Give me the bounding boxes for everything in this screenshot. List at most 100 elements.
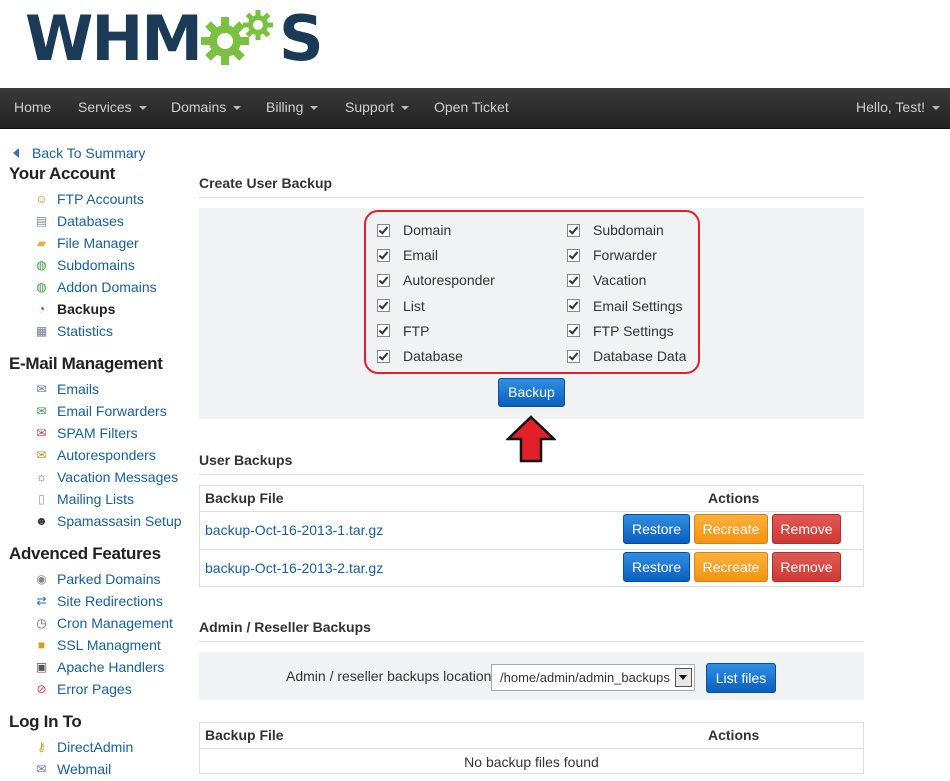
sidebar-item-label: Autoresponders	[57, 447, 156, 463]
key-icon: ⚷	[37, 740, 46, 754]
nav-billing[interactable]: Billing	[266, 88, 319, 128]
divider	[199, 474, 864, 475]
nav-open-ticket[interactable]: Open Ticket	[434, 88, 509, 128]
restore-button[interactable]: Restore	[623, 514, 690, 544]
sidebar-item-site-redirections[interactable]: ⇄ Site Redirections	[34, 592, 163, 610]
sidebar-item-statistics[interactable]: ▦ Statistics	[34, 322, 113, 340]
recreate-button[interactable]: Recreate	[694, 514, 768, 544]
sidebar-section-title: Your Account	[9, 164, 115, 183]
backup-file-link[interactable]: backup-Oct-16-2013-2.tar.gz	[205, 560, 383, 576]
nav-user-menu[interactable]: Hello, Test!	[856, 88, 940, 128]
sidebar-item-label: Error Pages	[57, 681, 132, 697]
sidebar-item-error-pages[interactable]: ⊘ Error Pages	[34, 680, 132, 698]
autoresponder-icon: ✉	[36, 448, 47, 462]
sidebar-item-webmail[interactable]: ✉ Webmail	[34, 760, 111, 778]
sidebar-item-databases[interactable]: ▤ Databases	[34, 212, 124, 230]
user-backups-title: User Backups	[199, 452, 293, 468]
table-row: backup-Oct-16-2013-2.tar.gz Restore Recr…	[200, 549, 863, 587]
sidebar-item-parked-domains[interactable]: ◉ Parked Domains	[34, 570, 160, 588]
backup-option-list[interactable]: List	[377, 298, 425, 314]
checkbox-checked[interactable]	[567, 273, 580, 287]
sidebar-item-spam-filters[interactable]: ✉ SPAM Filters	[34, 424, 137, 442]
error-page-icon: ⊘	[36, 682, 47, 696]
list-files-button[interactable]: List files	[706, 663, 776, 693]
back-to-summary-link[interactable]: Back To Summary	[13, 145, 145, 161]
nav-services[interactable]: Services	[78, 88, 147, 128]
backup-option-subdomain[interactable]: Subdomain	[567, 222, 664, 238]
backup-option-email-settings[interactable]: Email Settings	[567, 298, 682, 314]
lock-icon: ■	[37, 638, 46, 652]
backup-option-ftp[interactable]: FTP	[377, 323, 429, 339]
backup-option-vacation[interactable]: Vacation	[567, 272, 646, 288]
checkbox-checked[interactable]	[377, 223, 390, 237]
caret-down-icon	[138, 106, 147, 111]
sidebar-item-file-manager[interactable]: ▰ File Manager	[34, 234, 139, 252]
backup-location-select[interactable]: /home/admin/admin_backups	[491, 664, 695, 691]
sidebar-section-title: E-Mail Management	[9, 354, 163, 373]
nav-support-label: Support	[345, 99, 395, 115]
checkbox-checked[interactable]	[567, 223, 580, 237]
checkbox-checked[interactable]	[377, 248, 390, 262]
redirect-arrows-icon: ⇄	[36, 594, 47, 608]
col-backup-file: Backup File	[205, 490, 284, 506]
sidebar-item-emails[interactable]: ✉ Emails	[34, 380, 99, 398]
backup-option-domain[interactable]: Domain	[377, 222, 451, 238]
col-backup-file: Backup File	[205, 727, 284, 743]
remove-button[interactable]: Remove	[772, 552, 841, 582]
back-to-summary-label: Back To Summary	[32, 145, 146, 161]
sidebar-item-addon-domains[interactable]: ◍ Addon Domains	[34, 278, 156, 296]
caret-down-icon	[401, 106, 410, 111]
nav-support[interactable]: Support	[345, 88, 410, 128]
sidebar-item-label: Mailing Lists	[57, 491, 135, 507]
checkbox-checked[interactable]	[377, 273, 390, 287]
sidebar-item-ssl-managment[interactable]: ■ SSL Managment	[34, 636, 161, 654]
sidebar-item-label: Site Redirections	[57, 593, 163, 609]
checkbox-label: Email	[403, 247, 439, 264]
sidebar-item-label: Spamassasin Setup	[57, 513, 182, 529]
backup-option-autoresponder[interactable]: Autoresponder	[377, 272, 495, 288]
sidebar-item-autoresponders[interactable]: ✉ Autoresponders	[34, 446, 156, 464]
divider	[199, 197, 864, 198]
red-arrow-up-icon	[506, 415, 556, 463]
clock-icon: ◔	[37, 302, 46, 316]
sidebar-item-mailing-lists[interactable]: ▯ Mailing Lists	[34, 490, 134, 508]
checkbox-label: Autoresponder	[403, 272, 495, 289]
checkbox-checked[interactable]	[377, 349, 390, 363]
nav-domains[interactable]: Domains	[171, 88, 242, 128]
sidebar-item-vacation-messages[interactable]: ☼ Vacation Messages	[34, 468, 178, 486]
sidebar-item-cron-management[interactable]: ◷ Cron Management	[34, 614, 173, 632]
caret-down-icon	[310, 106, 319, 111]
backup-option-database-data[interactable]: Database Data	[567, 348, 686, 364]
checkbox-checked[interactable]	[377, 299, 390, 313]
checkbox-checked[interactable]	[567, 299, 580, 313]
checkbox-checked[interactable]	[377, 324, 390, 338]
nav-services-label: Services	[78, 99, 132, 115]
backup-option-database[interactable]: Database	[377, 348, 463, 364]
restore-button[interactable]: Restore	[623, 552, 690, 582]
globe-icon: ◍	[36, 258, 47, 272]
nav-billing-label: Billing	[266, 99, 304, 115]
sidebar-item-email-forwarders[interactable]: ✉ Email Forwarders	[34, 402, 166, 420]
backup-option-ftp-settings[interactable]: FTP Settings	[567, 323, 674, 339]
envelope-forward-icon: ✉	[36, 404, 47, 418]
backup-option-email[interactable]: Email	[377, 247, 438, 263]
checkbox-checked[interactable]	[567, 248, 580, 262]
sidebar-item-spamassasin-setup[interactable]: ☻ Spamassasin Setup	[34, 512, 182, 530]
sidebar-item-ftp-accounts[interactable]: ☺ FTP Accounts	[34, 190, 144, 208]
checkbox-checked[interactable]	[567, 349, 580, 363]
sidebar-item-subdomains[interactable]: ◍ Subdomains	[34, 256, 135, 274]
checkbox-checked[interactable]	[567, 324, 580, 338]
sidebar-item-apache-handlers[interactable]: ▣ Apache Handlers	[34, 658, 165, 676]
sidebar-item-directadmin[interactable]: ⚷ DirectAdmin	[34, 738, 133, 756]
sidebar-section-title: Log In To	[9, 712, 82, 731]
sidebar-item-label: Emails	[57, 381, 100, 397]
remove-button[interactable]: Remove	[772, 514, 841, 544]
backup-option-forwarder[interactable]: Forwarder	[567, 247, 657, 263]
whmcs-logo[interactable]: WHM S	[25, 8, 324, 70]
nav-home[interactable]: Home	[14, 88, 51, 128]
sidebar-item-backups[interactable]: ◔ Backups	[34, 300, 115, 318]
sidebar-item-label: DirectAdmin	[57, 739, 134, 755]
recreate-button[interactable]: Recreate	[694, 552, 768, 582]
backup-file-link[interactable]: backup-Oct-16-2013-1.tar.gz	[205, 522, 383, 538]
backup-button[interactable]: Backup	[498, 378, 565, 407]
